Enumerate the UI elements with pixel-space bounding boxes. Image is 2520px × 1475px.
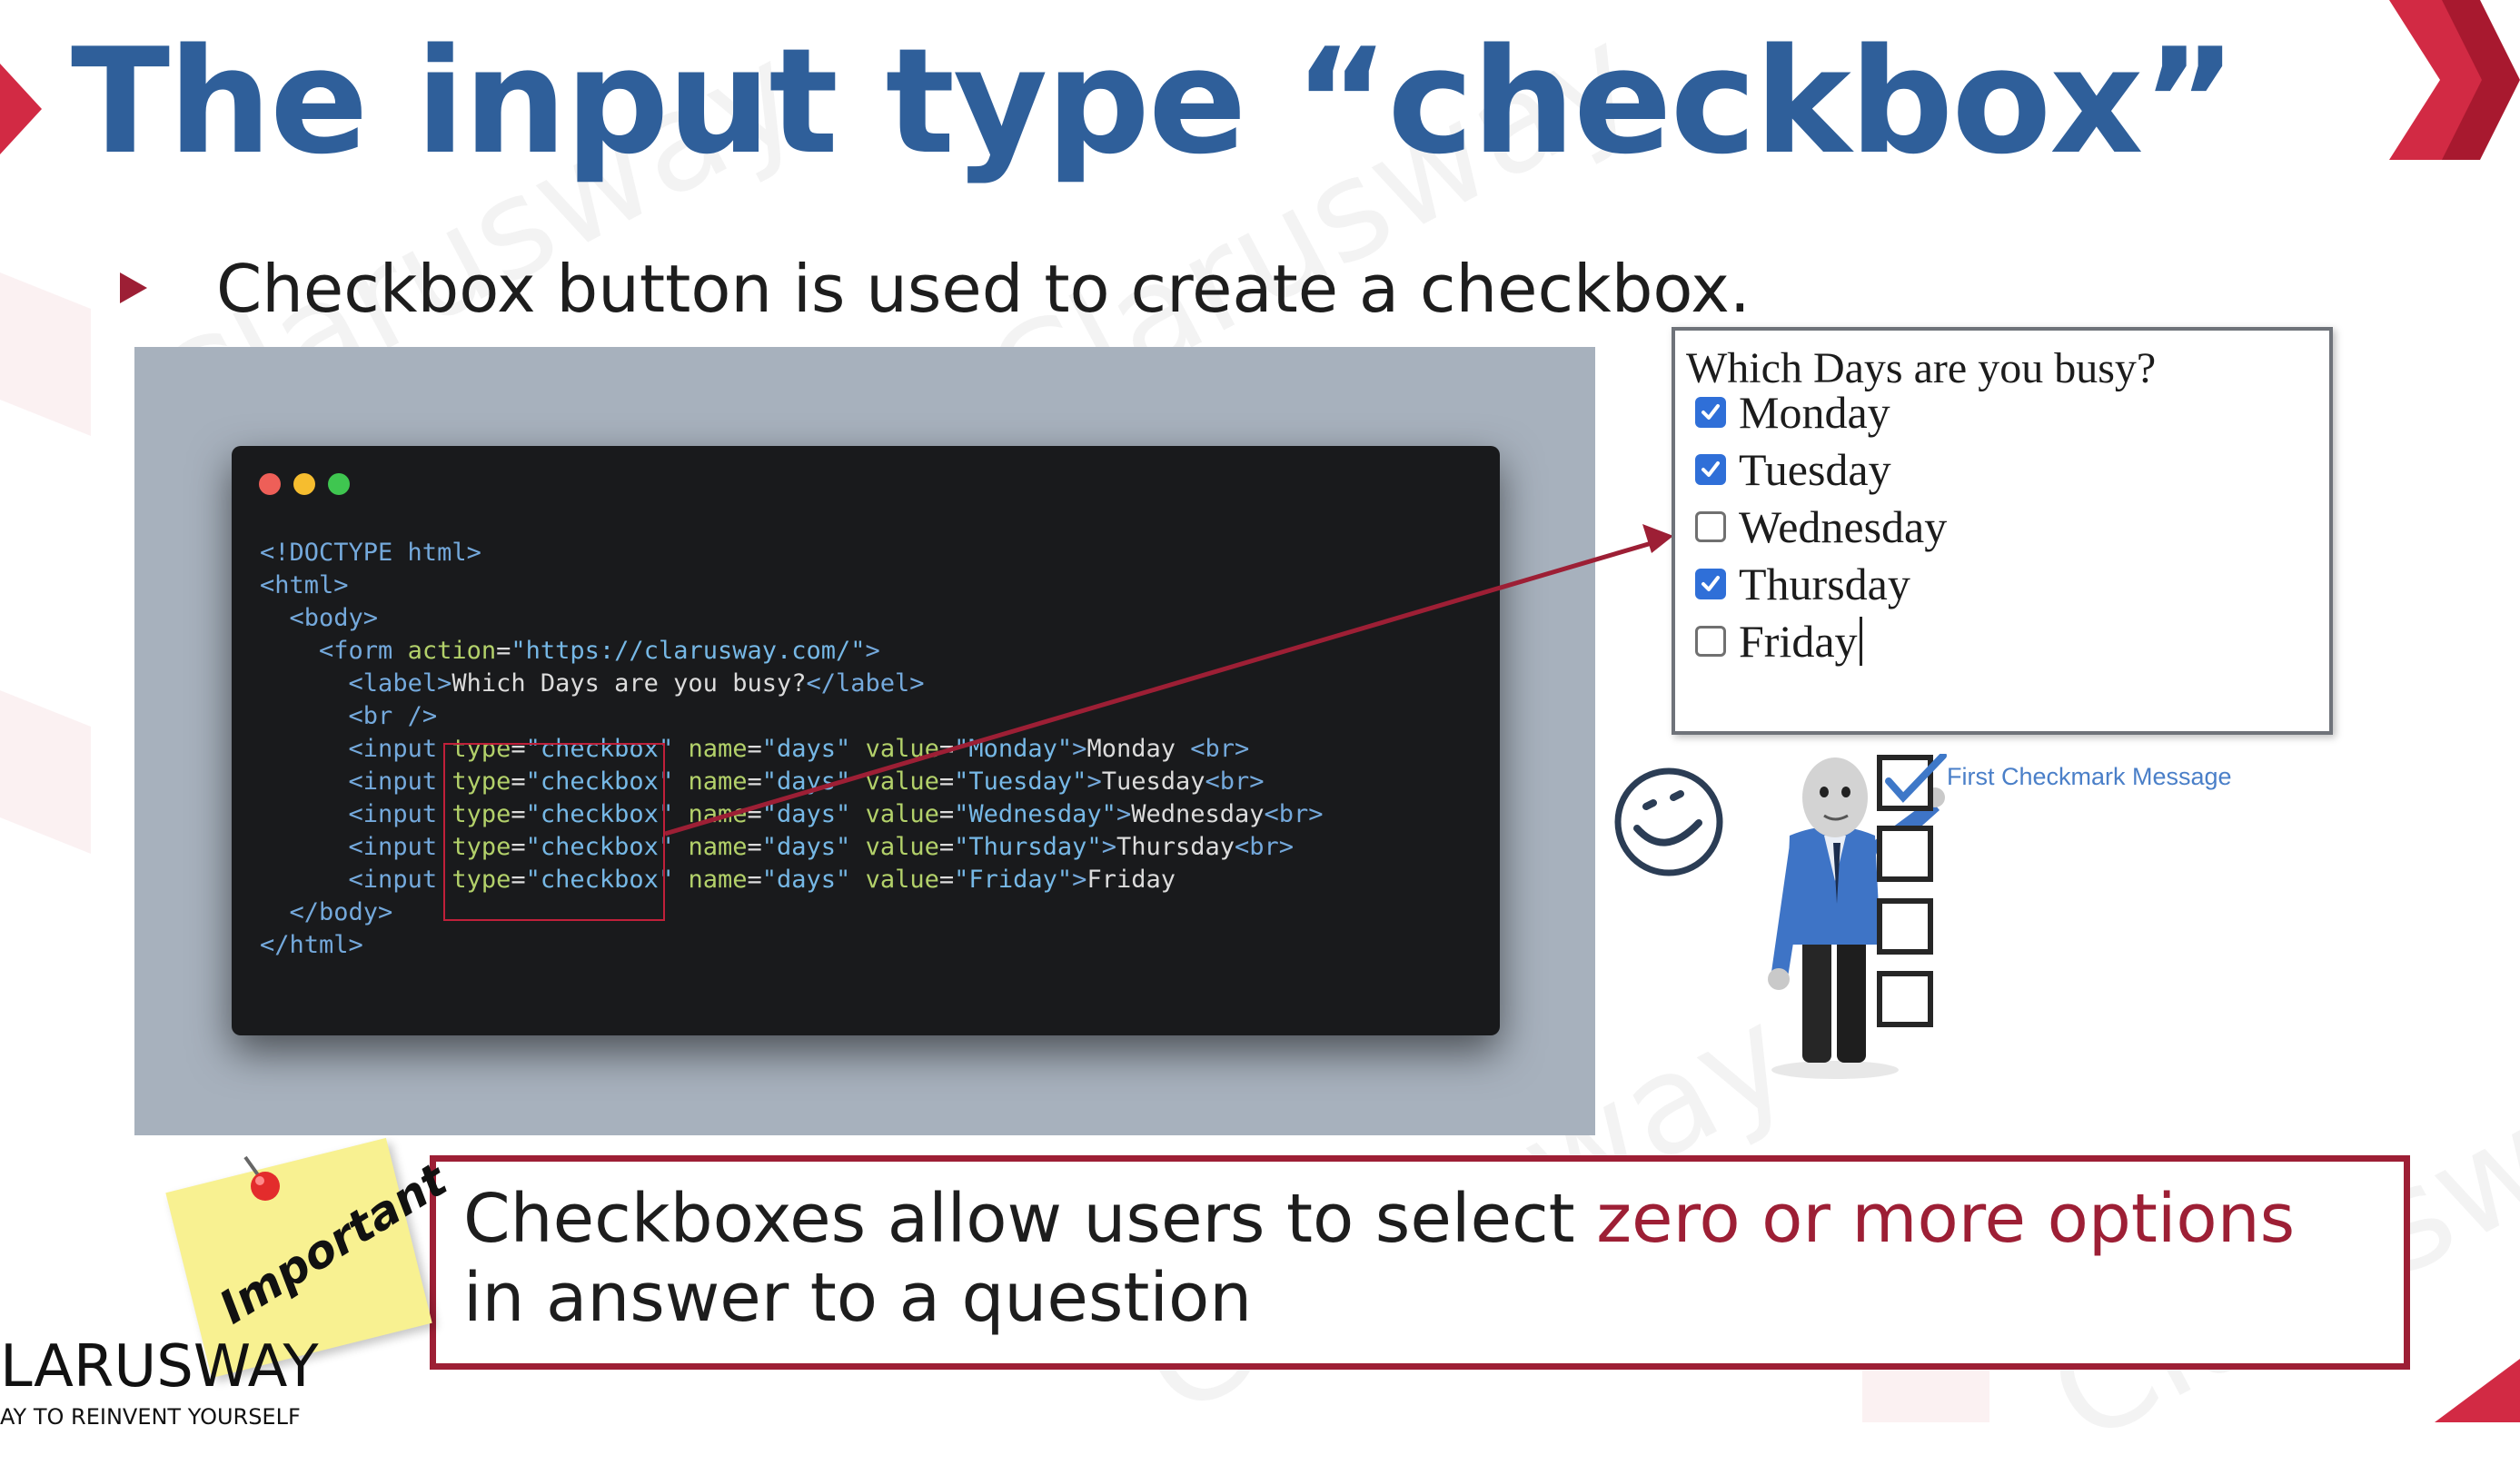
checkbox-option-thursday[interactable]: Thursday [1695, 557, 1910, 611]
callout-text: Checkboxes allow users to select zero or… [463, 1180, 2371, 1338]
smiley-icon [1614, 767, 1723, 876]
code-line: <label>Which Days are you busy?</label> [348, 669, 925, 698]
callout-highlight: zero or more options [1596, 1180, 2296, 1258]
minimize-dot-icon [293, 473, 315, 495]
checkbox-option-wednesday[interactable]: Wednesday [1695, 500, 1947, 554]
code-line: <input type="checkbox" name="days" value… [348, 800, 1324, 828]
checkbox-option-tuesday[interactable]: Tuesday [1695, 442, 1891, 497]
brand-logo: LARUSWAY [0, 1333, 319, 1401]
checkbox-label: Wednesday [1739, 501, 1948, 552]
brand-tagline: AY TO REINVENT YOURSELF [0, 1404, 301, 1430]
checkbox-label: Friday [1739, 616, 1858, 667]
checkbox-label: Thursday [1739, 559, 1910, 609]
checkbox-checked[interactable] [1695, 397, 1726, 428]
important-callout: Checkboxes allow users to select zero or… [430, 1155, 2410, 1370]
code-block: <!DOCTYPE html> <html> <body> <form acti… [260, 537, 1324, 962]
callout-text-part: in answer to a question [463, 1259, 1253, 1337]
checkbox-label: Tuesday [1739, 444, 1891, 495]
pushpin-icon [243, 1155, 280, 1201]
code-line: <form action="https://clarusway.com/"> [319, 637, 880, 665]
checkbox-checked[interactable] [1695, 454, 1726, 485]
code-line: <!DOCTYPE html> [260, 539, 481, 567]
code-line: <input type="checkbox" name="days" value… [348, 767, 1265, 796]
checkbox-option-friday[interactable]: Friday [1695, 614, 1862, 668]
callout-text-part: Checkboxes allow users to select [463, 1180, 1597, 1258]
double-chevron-icon [2389, 0, 2520, 160]
code-line: <br /> [348, 702, 438, 730]
maximize-dot-icon [328, 473, 350, 495]
code-line: <html> [260, 571, 349, 599]
checkbox-list-icon [1877, 754, 1947, 1027]
text-cursor [1859, 617, 1862, 666]
close-dot-icon [259, 473, 281, 495]
page-title: The input type “checkbox” [71, 16, 2237, 186]
highlight-type-checkbox [443, 743, 665, 921]
code-window: <!DOCTYPE html> <html> <body> <form acti… [232, 446, 1500, 1035]
code-line: </html> [260, 931, 363, 959]
checkbox-unchecked[interactable] [1695, 626, 1726, 657]
rendered-form-preview: Which Days are you busy? Monday Tuesday We… [1672, 327, 2333, 735]
bullet-text: Checkbox button is used to create a chec… [216, 251, 1751, 327]
checkbox-unchecked[interactable] [1695, 511, 1726, 542]
watermark-logo-icon [0, 272, 91, 436]
checkbox-option-monday[interactable]: Monday [1695, 385, 1890, 440]
code-line: <input type="checkbox" name="days" value… [348, 833, 1295, 861]
code-line: <body> [289, 604, 379, 632]
corner-triangle-icon [2435, 1359, 2520, 1422]
code-line: <input type="checkbox" name="days" value… [348, 735, 1250, 763]
watermark-logo-icon [0, 690, 91, 854]
checkbox-checked[interactable] [1695, 569, 1726, 599]
code-line: <input type="checkbox" name="days" value… [348, 866, 1176, 894]
corner-arrow-left-icon [0, 64, 42, 154]
checkmark-message: First Checkmark Message [1947, 763, 2232, 790]
checkbox-label: Monday [1739, 387, 1890, 438]
bullet-icon [120, 272, 147, 303]
code-line: </body> [289, 898, 393, 926]
